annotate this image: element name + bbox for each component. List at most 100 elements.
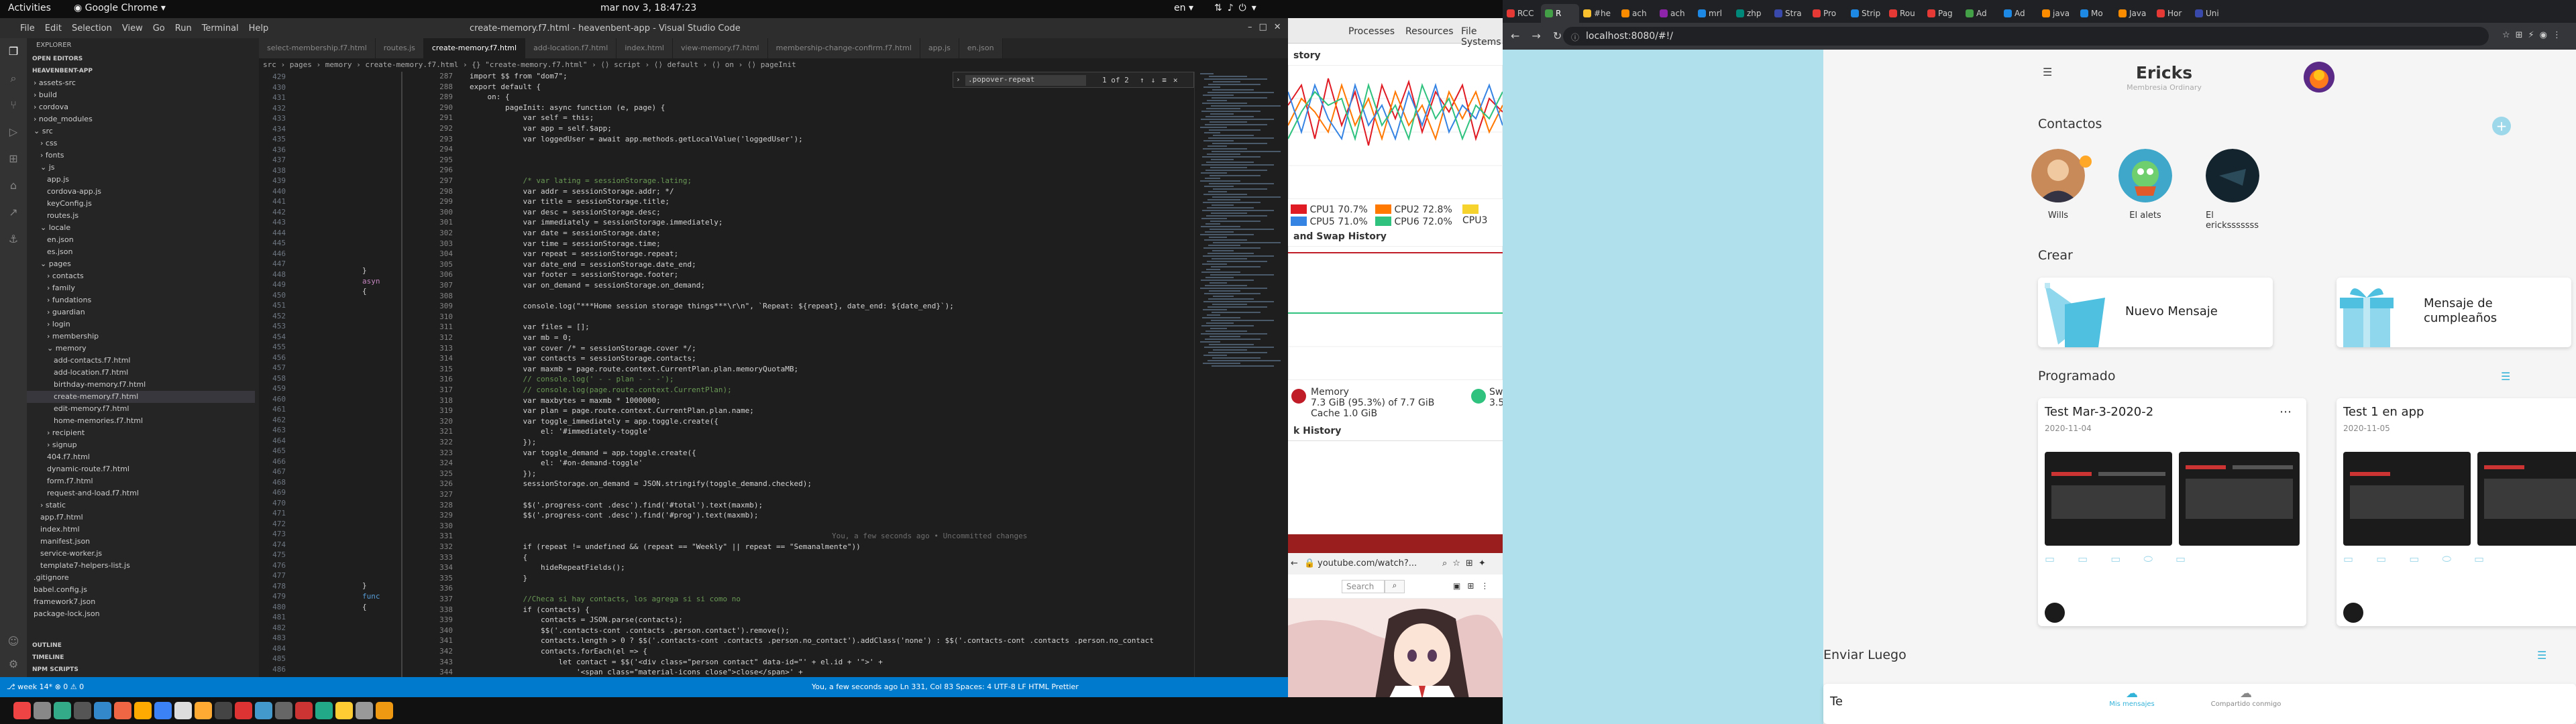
tree-item[interactable]: add-contacts.f7.html: [27, 355, 255, 367]
browser-tab[interactable]: zhp: [1732, 4, 1770, 23]
tree-item[interactable]: ⌄ js: [27, 162, 255, 174]
dock-app-icon[interactable]: [114, 702, 131, 719]
menu-terminal[interactable]: Terminal: [202, 23, 239, 34]
address-bar[interactable]: localhost:8080/#!/: [1563, 27, 2489, 46]
code-line[interactable]: }: [470, 574, 527, 583]
code-line[interactable]: });: [470, 438, 536, 446]
code-line[interactable]: var maxmb = page.route.context.CurrentPl…: [470, 365, 798, 373]
code-line[interactable]: var footer = sessionStorage.footer;: [470, 270, 678, 279]
back-arrow-icon[interactable]: ←: [1511, 29, 1532, 42]
browser-tab[interactable]: ach: [1656, 4, 1694, 23]
code-line[interactable]: var cover /* = sessionStorage.cover */;: [470, 344, 696, 353]
minimap[interactable]: [1194, 72, 1288, 677]
contact-card-0[interactable]: Wills: [2018, 149, 2098, 236]
maximize-icon[interactable]: □: [1259, 22, 1274, 32]
yt-url[interactable]: youtube.com/watch?...: [1318, 558, 1417, 568]
tree-item[interactable]: dynamic-route.f7.html: [27, 463, 255, 475]
code-line[interactable]: hideRepeatFields();: [470, 563, 625, 572]
app-menu[interactable]: ◉ Google Chrome ▾: [74, 3, 166, 13]
tree-item[interactable]: form.f7.html: [27, 475, 255, 487]
remote-icon[interactable]: ⌂: [0, 172, 27, 199]
code-line[interactable]: sessionStorage.on_demand = JSON.stringif…: [470, 479, 811, 488]
code-line[interactable]: el: '#on-demand-toggle': [470, 459, 643, 467]
code-line[interactable]: var contacts = sessionStorage.contacts;: [470, 354, 696, 363]
yt-search-icon[interactable]: ⌕: [1385, 580, 1405, 593]
settings-gear-icon[interactable]: ⚙: [0, 651, 27, 678]
tree-item[interactable]: add-location.f7.html: [27, 367, 255, 379]
tree-item[interactable]: › contacts: [27, 270, 255, 282]
code-line[interactable]: pageInit: async function (e, page) {: [470, 103, 665, 112]
dock-app-icon[interactable]: [275, 702, 292, 719]
find-toggle-icon[interactable]: ›: [956, 75, 961, 84]
close-find-icon[interactable]: ✕: [1173, 76, 1185, 84]
tree-item[interactable]: index.html: [27, 524, 255, 536]
code-line[interactable]: var immediately = sessionStorage.immedia…: [470, 218, 722, 227]
browser-tab[interactable]: Hor: [2153, 4, 2191, 23]
code-line[interactable]: var maxbytes = maxmb * 1000000;: [470, 396, 660, 405]
code-line[interactable]: on: {: [470, 93, 509, 101]
code-line[interactable]: /* var lating = sessionStorage.lating;: [470, 176, 692, 185]
tree-item[interactable]: › assets-src: [27, 77, 255, 89]
more-options-icon[interactable]: ⋯: [2279, 405, 2292, 419]
dock-app-icon[interactable]: [174, 702, 192, 719]
editor-tab[interactable]: add-location.f7.html: [525, 38, 617, 58]
code-line[interactable]: var toggle_immediately = app.toggle.crea…: [470, 417, 718, 426]
project-section[interactable]: HEAVENBENT-APP: [27, 65, 255, 77]
code-editor[interactable]: 287 import $$ from "dom7"; 288 export defau…: [416, 72, 1194, 677]
yt-header-icons[interactable]: ▣⊞⋮: [1453, 581, 1495, 591]
code-line[interactable]: var files = [];: [470, 322, 589, 331]
code-line[interactable]: var time = sessionStorage.time;: [470, 239, 660, 248]
dock-app-icon[interactable]: [154, 702, 172, 719]
site-info-icon[interactable]: ⓘ: [1571, 32, 1579, 43]
tab-processes[interactable]: Processes: [1348, 26, 1395, 37]
tree-item[interactable]: › node_modules: [27, 113, 255, 125]
code-line[interactable]: var app = self.$app;: [470, 124, 611, 133]
code-line[interactable]: console.log("***Home session storage thi…: [470, 302, 953, 310]
live-share-icon[interactable]: ↗: [0, 199, 27, 226]
browser-tab[interactable]: Rou: [1885, 4, 1923, 23]
editor-tab[interactable]: view-memory.f7.html: [672, 38, 768, 58]
code-line[interactable]: var mb = 0;: [470, 333, 572, 342]
code-line[interactable]: //Checa si hay contacts, los agrega si s…: [470, 595, 741, 603]
code-line[interactable]: {: [470, 553, 527, 562]
forward-arrow-icon[interactable]: →: [1532, 29, 1552, 42]
menu-help[interactable]: Help: [249, 23, 269, 34]
code-line[interactable]: $$('.progress-cont .desc').find('#prog')…: [470, 511, 758, 520]
code-line[interactable]: var toggle_demand = app.toggle.create({: [470, 448, 696, 457]
tree-item[interactable]: › css: [27, 137, 255, 149]
tree-item[interactable]: request-and-load.f7.html: [27, 487, 255, 499]
status-left[interactable]: ⎇ week 14* ⊗ 0 ⚠ 0: [7, 682, 84, 691]
tree-item[interactable]: › fonts: [27, 149, 255, 162]
tree-item[interactable]: app.js: [27, 174, 255, 186]
docker-icon[interactable]: ⚓: [0, 226, 27, 253]
code-line[interactable]: if (repeat != undefined && (repeat == "W…: [470, 542, 860, 551]
menu-edit[interactable]: Edit: [45, 23, 62, 34]
nav-my-messages[interactable]: ☁ Mis mensajes: [2092, 686, 2172, 708]
code-line[interactable]: '<span class="material-icons close">clos…: [470, 668, 803, 676]
editor-tab[interactable]: routes.js: [375, 38, 424, 58]
npm-scripts-section[interactable]: NPM SCRIPTS: [27, 664, 255, 676]
browser-tab[interactable]: Ad: [1962, 4, 2000, 23]
split-divider[interactable]: [401, 72, 402, 677]
minimize-icon[interactable]: –: [1248, 22, 1259, 32]
code-line[interactable]: var on_demand = sessionStorage.on_demand…: [470, 281, 705, 290]
yt-video-thumbnail[interactable]: [1288, 599, 1503, 697]
browser-tab[interactable]: mrl: [1694, 4, 1732, 23]
browser-tab[interactable]: Pag: [1923, 4, 1962, 23]
browser-tab[interactable]: R: [1541, 4, 1579, 23]
code-line[interactable]: let contact = $$('<div class="person con…: [470, 658, 882, 666]
dock-app-icon[interactable]: [215, 702, 232, 719]
tree-item[interactable]: › fundations: [27, 294, 255, 306]
browser-tab[interactable]: Stra: [1770, 4, 1809, 23]
dock-app-icon[interactable]: [295, 702, 313, 719]
browser-tab[interactable]: Java: [2114, 4, 2153, 23]
dock-app-icon[interactable]: [13, 702, 31, 719]
code-line[interactable]: el: '#immediately-toggle': [470, 427, 652, 436]
next-match-icon[interactable]: ↓: [1151, 76, 1163, 84]
tree-item[interactable]: babel.config.js: [27, 584, 255, 596]
tab-resources[interactable]: Resources: [1405, 26, 1454, 37]
tree-item[interactable]: ⌄ memory: [27, 343, 255, 355]
open-editors-section[interactable]: OPEN EDITORS: [27, 53, 255, 65]
tree-item[interactable]: framework7.json: [27, 596, 255, 608]
source-control-icon[interactable]: ⑂: [0, 92, 27, 119]
